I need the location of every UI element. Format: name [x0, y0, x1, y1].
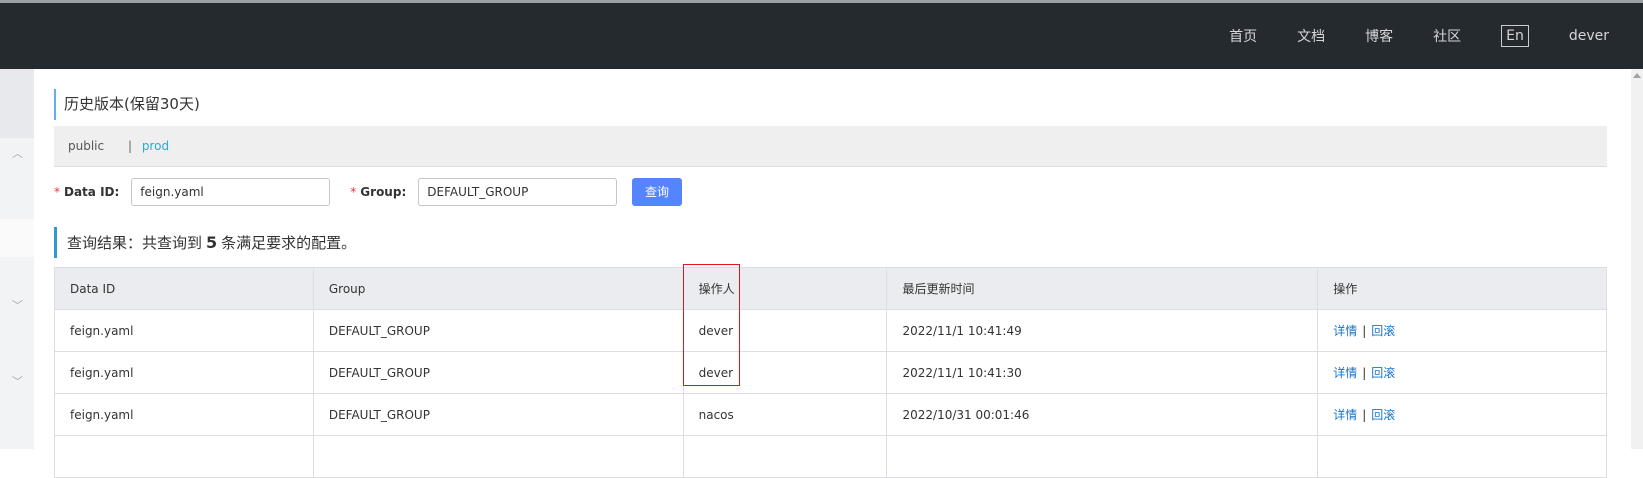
nav-community[interactable]: 社区: [1433, 26, 1461, 46]
cell-actions: 详情 | 回滚: [1317, 309, 1607, 352]
sidebar-item-active[interactable]: [0, 219, 34, 257]
scroll-up-arrow-icon[interactable]: [1633, 73, 1641, 78]
action-separator: |: [1362, 408, 1367, 422]
cell-operator: nacos: [682, 393, 888, 436]
nav-home[interactable]: 首页: [1229, 26, 1257, 46]
cell-time: 2022/11/1 10:41:49: [886, 309, 1319, 352]
query-button[interactable]: 查询: [632, 178, 682, 206]
top-nav: 首页 文档 博客 社区 En dever: [1229, 3, 1643, 69]
column-header: Group: [312, 267, 684, 310]
table-header-row: Data ID Group 操作人 最后更新时间 操作: [54, 267, 1607, 310]
cell-data-id: feign.yaml: [54, 351, 314, 394]
column-header: 操作: [1317, 267, 1607, 310]
cell-data-id: [54, 435, 314, 478]
table-row: feign.yaml DEFAULT_GROUP dever 2022/11/1…: [54, 309, 1607, 352]
action-separator: |: [1362, 366, 1367, 380]
nav-docs[interactable]: 文档: [1297, 26, 1325, 46]
chevron-down-icon[interactable]: ﹀: [12, 373, 23, 389]
group-label: Group:: [360, 185, 407, 199]
table-row: feign.yaml DEFAULT_GROUP dever 2022/11/1…: [54, 351, 1607, 394]
namespace-bar: public | prod: [54, 126, 1607, 167]
top-navbar: 首页 文档 博客 社区 En dever: [0, 0, 1643, 69]
namespace-public[interactable]: public: [68, 139, 104, 153]
result-prefix: 查询结果：共查询到: [67, 234, 203, 252]
sidebar-block: [0, 69, 34, 138]
cell-time: 2022/11/1 10:41:30: [886, 351, 1319, 394]
result-count: 5: [206, 233, 218, 252]
column-header: 最后更新时间: [886, 267, 1319, 310]
cell-actions: 详情 | 回滚: [1317, 351, 1607, 394]
language-toggle[interactable]: En: [1501, 25, 1529, 47]
operator-highlight-box: [683, 264, 740, 386]
namespace-separator: |: [127, 139, 132, 153]
column-header: Data ID: [54, 267, 314, 310]
result-suffix: 条满足要求的配置。: [221, 234, 357, 252]
detail-link[interactable]: 详情: [1333, 366, 1357, 380]
user-menu[interactable]: dever: [1569, 28, 1609, 44]
table-row: feign.yaml DEFAULT_GROUP nacos 2022/10/3…: [54, 393, 1607, 436]
page-title: 历史版本(保留30天): [54, 89, 200, 120]
chevron-down-icon[interactable]: ﹀: [12, 297, 23, 313]
cell-actions: [1317, 435, 1607, 478]
history-table: Data ID Group 操作人 最后更新时间 操作 feign.yaml D…: [54, 267, 1607, 478]
rollback-link[interactable]: 回滚: [1371, 324, 1395, 338]
cell-group: [312, 435, 684, 478]
sidebar: ︿ ﹀ ﹀: [0, 69, 34, 449]
rollback-link[interactable]: 回滚: [1371, 366, 1395, 380]
detail-link[interactable]: 详情: [1333, 324, 1357, 338]
cell-data-id: feign.yaml: [54, 309, 314, 352]
detail-link[interactable]: 详情: [1333, 408, 1357, 422]
required-marker: *: [54, 185, 60, 199]
chevron-up-icon[interactable]: ︿: [12, 145, 23, 161]
cell-time: 2022/10/31 00:01:46: [886, 393, 1319, 436]
required-marker: *: [350, 185, 357, 199]
nav-blog[interactable]: 博客: [1365, 26, 1393, 46]
cell-data-id: feign.yaml: [54, 393, 314, 436]
cell-group: DEFAULT_GROUP: [312, 351, 684, 394]
table-row: [54, 435, 1607, 478]
cell-actions: 详情 | 回滚: [1317, 393, 1607, 436]
search-form: * Data ID: * Group:: [54, 178, 618, 206]
cell-group: DEFAULT_GROUP: [312, 393, 684, 436]
data-id-input[interactable]: [131, 178, 331, 206]
result-summary: 查询结果：共查询到 5 条满足要求的配置。: [54, 227, 356, 258]
scrollbar[interactable]: [1631, 69, 1643, 449]
cell-group: DEFAULT_GROUP: [312, 309, 684, 352]
cell-operator: [682, 435, 888, 478]
group-input[interactable]: [418, 178, 618, 206]
rollback-link[interactable]: 回滚: [1371, 408, 1395, 422]
namespace-prod[interactable]: prod: [142, 139, 169, 153]
action-separator: |: [1362, 324, 1367, 338]
cell-time: [886, 435, 1319, 478]
data-id-label: Data ID:: [64, 185, 120, 199]
